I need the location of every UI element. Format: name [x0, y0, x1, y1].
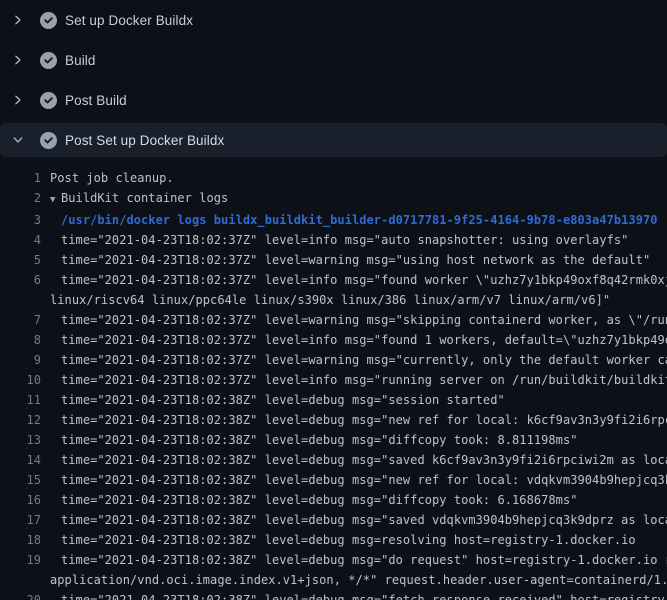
- log-area: 1Post job cleanup.2▼BuildKit container l…: [0, 168, 667, 600]
- line-number[interactable]: 19: [0, 550, 41, 570]
- log-text: time="2021-04-23T18:02:38Z" level=debug …: [41, 450, 667, 470]
- log-line-15: 15time="2021-04-23T18:02:38Z" level=debu…: [0, 470, 667, 490]
- log-text: time="2021-04-23T18:02:37Z" level=warnin…: [41, 250, 650, 270]
- log-text[interactable]: ▼BuildKit container logs: [41, 188, 228, 210]
- chevron-right-icon: [12, 14, 24, 26]
- check-circle-icon: [40, 12, 57, 29]
- log-text: time="2021-04-23T18:02:37Z" level=warnin…: [41, 350, 667, 370]
- log-line-18: 18time="2021-04-23T18:02:38Z" level=debu…: [0, 530, 667, 550]
- collapse-triangle-icon[interactable]: ▼: [50, 190, 61, 210]
- line-number[interactable]: 16: [0, 490, 41, 510]
- log-line-3: 3/usr/bin/docker logs buildx_buildkit_bu…: [0, 210, 667, 230]
- log-text: time="2021-04-23T18:02:38Z" level=debug …: [41, 390, 505, 410]
- log-text: Post job cleanup.: [41, 168, 174, 188]
- check-circle-icon: [40, 92, 57, 109]
- log-command-text: /usr/bin/docker logs buildx_buildkit_bui…: [41, 210, 658, 230]
- line-number[interactable]: 9: [0, 350, 41, 370]
- step-label: Build: [65, 53, 96, 68]
- line-number[interactable]: 2: [0, 188, 41, 210]
- log-line-4: 4time="2021-04-23T18:02:37Z" level=info …: [0, 230, 667, 250]
- log-line-10: 10time="2021-04-23T18:02:37Z" level=info…: [0, 370, 667, 390]
- log-text: application/vnd.oci.image.index.v1+json,…: [41, 570, 667, 590]
- log-line-20: 20time="2021-04-23T18:02:38Z" level=debu…: [0, 590, 667, 600]
- line-number: [0, 290, 41, 310]
- line-number[interactable]: 6: [0, 270, 41, 290]
- step-label: Post Set up Docker Buildx: [65, 133, 224, 148]
- log-line-17: 17time="2021-04-23T18:02:38Z" level=debu…: [0, 510, 667, 530]
- log-text: time="2021-04-23T18:02:37Z" level=info m…: [41, 270, 667, 290]
- line-number[interactable]: 5: [0, 250, 41, 270]
- log-line-11: 11time="2021-04-23T18:02:38Z" level=debu…: [0, 390, 667, 410]
- line-number[interactable]: 20: [0, 590, 41, 600]
- step-label: Set up Docker Buildx: [65, 13, 193, 28]
- step-row-3[interactable]: Post Set up Docker Buildx: [0, 123, 667, 157]
- line-number[interactable]: 8: [0, 330, 41, 350]
- log-line-19: 19time="2021-04-23T18:02:38Z" level=debu…: [0, 550, 667, 570]
- line-number[interactable]: 1: [0, 168, 41, 188]
- line-number[interactable]: 3: [0, 210, 41, 230]
- log-text: time="2021-04-23T18:02:38Z" level=debug …: [41, 590, 667, 600]
- line-number[interactable]: 4: [0, 230, 41, 250]
- log-line-continuation: linux/riscv64 linux/ppc64le linux/s390x …: [0, 290, 667, 310]
- steps-list: Set up Docker Buildx Build Post Build Post …: [0, 0, 667, 157]
- actions-log-viewer: Set up Docker Buildx Build Post Build Post …: [0, 0, 667, 600]
- log-text: time="2021-04-23T18:02:38Z" level=debug …: [41, 510, 667, 530]
- log-line-7: 7time="2021-04-23T18:02:37Z" level=warni…: [0, 310, 667, 330]
- log-text: time="2021-04-23T18:02:38Z" level=debug …: [41, 530, 636, 550]
- log-text: time="2021-04-23T18:02:38Z" level=debug …: [41, 430, 578, 450]
- log-text: linux/riscv64 linux/ppc64le linux/s390x …: [41, 290, 610, 310]
- line-number[interactable]: 11: [0, 390, 41, 410]
- chevron-down-icon: [12, 134, 24, 146]
- line-number[interactable]: 17: [0, 510, 41, 530]
- log-text: time="2021-04-23T18:02:38Z" level=debug …: [41, 550, 667, 570]
- log-line-5: 5time="2021-04-23T18:02:37Z" level=warni…: [0, 250, 667, 270]
- check-circle-icon: [40, 132, 57, 149]
- step-row-1[interactable]: Build: [0, 43, 667, 77]
- line-number[interactable]: 13: [0, 430, 41, 450]
- log-line-9: 9time="2021-04-23T18:02:37Z" level=warni…: [0, 350, 667, 370]
- step-row-2[interactable]: Post Build: [0, 83, 667, 117]
- line-number[interactable]: 10: [0, 370, 41, 390]
- log-text: time="2021-04-23T18:02:37Z" level=info m…: [41, 330, 667, 350]
- line-number[interactable]: 15: [0, 470, 41, 490]
- line-number[interactable]: 7: [0, 310, 41, 330]
- log-line-13: 13time="2021-04-23T18:02:38Z" level=debu…: [0, 430, 667, 450]
- log-text: time="2021-04-23T18:02:37Z" level=warnin…: [41, 310, 667, 330]
- log-text: time="2021-04-23T18:02:38Z" level=debug …: [41, 490, 578, 510]
- log-line-continuation: application/vnd.oci.image.index.v1+json,…: [0, 570, 667, 590]
- log-line-8: 8time="2021-04-23T18:02:37Z" level=info …: [0, 330, 667, 350]
- log-line-1: 1Post job cleanup.: [0, 168, 667, 188]
- chevron-right-icon: [12, 54, 24, 66]
- step-row-0[interactable]: Set up Docker Buildx: [0, 3, 667, 37]
- log-line-14: 14time="2021-04-23T18:02:38Z" level=debu…: [0, 450, 667, 470]
- log-line-6: 6time="2021-04-23T18:02:37Z" level=info …: [0, 270, 667, 290]
- line-number: [0, 570, 41, 590]
- log-line-2: 2▼BuildKit container logs: [0, 188, 667, 210]
- check-circle-icon: [40, 52, 57, 69]
- line-number[interactable]: 12: [0, 410, 41, 430]
- step-label: Post Build: [65, 93, 127, 108]
- log-line-12: 12time="2021-04-23T18:02:38Z" level=debu…: [0, 410, 667, 430]
- log-text: time="2021-04-23T18:02:38Z" level=debug …: [41, 470, 667, 490]
- log-text: time="2021-04-23T18:02:38Z" level=debug …: [41, 410, 667, 430]
- log-line-16: 16time="2021-04-23T18:02:38Z" level=debu…: [0, 490, 667, 510]
- log-text: time="2021-04-23T18:02:37Z" level=info m…: [41, 370, 667, 390]
- line-number[interactable]: 14: [0, 450, 41, 470]
- chevron-right-icon: [12, 94, 24, 106]
- log-text: time="2021-04-23T18:02:37Z" level=info m…: [41, 230, 628, 250]
- line-number[interactable]: 18: [0, 530, 41, 550]
